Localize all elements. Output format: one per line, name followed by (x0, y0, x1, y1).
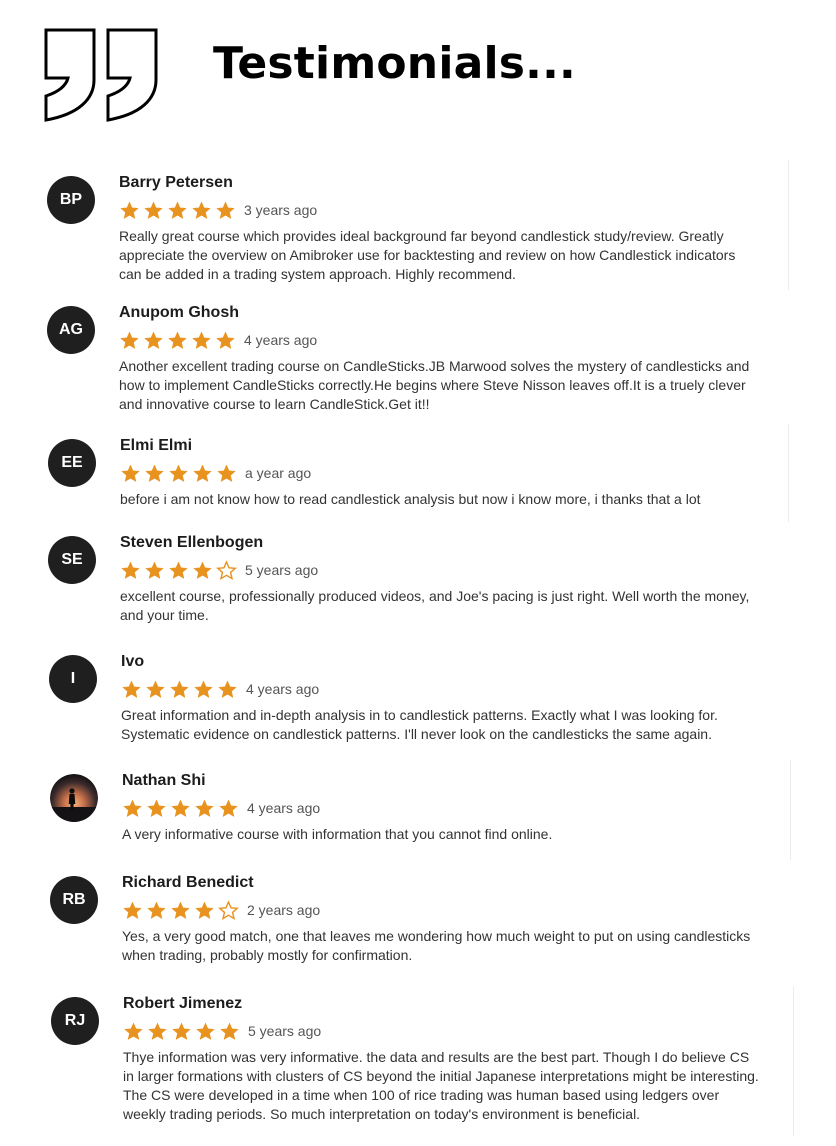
star-filled-icon (194, 679, 213, 698)
star-rating (119, 200, 236, 221)
star-filled-icon (144, 200, 163, 219)
avatar: AG (47, 306, 95, 354)
star-filled-icon (123, 798, 142, 817)
star-filled-icon (145, 560, 164, 579)
star-filled-icon (169, 560, 188, 579)
star-filled-icon (168, 330, 187, 349)
star-filled-icon (147, 900, 166, 919)
reviewer-name[interactable]: Steven Ellenbogen (120, 534, 263, 552)
star-filled-icon (169, 463, 188, 482)
avatar: RB (50, 876, 98, 924)
reviewer-name[interactable]: Elmi Elmi (120, 437, 192, 455)
rating-row: 2 years ago (122, 899, 320, 921)
review-time: 5 years ago (245, 562, 319, 578)
rating-row: a year ago (120, 462, 311, 484)
photo-silhouette-sunset-icon (50, 774, 98, 822)
review-text: excellent course, professionally produce… (120, 588, 750, 623)
review-time: 5 years ago (248, 1023, 322, 1039)
star-filled-icon (218, 679, 237, 698)
star-filled-icon (122, 679, 141, 698)
star-filled-icon (216, 200, 235, 219)
star-filled-icon (172, 1021, 191, 1040)
star-filled-icon (121, 560, 140, 579)
star-filled-icon (195, 900, 214, 919)
review-time: 4 years ago (246, 681, 320, 697)
avatar (50, 774, 98, 822)
reviewer-name[interactable]: Robert Jimenez (123, 995, 242, 1013)
star-filled-icon (121, 463, 140, 482)
avatar: SE (48, 536, 96, 584)
star-rating (120, 463, 237, 484)
star-rating (123, 1021, 240, 1042)
divider (788, 424, 789, 522)
review-time: 4 years ago (247, 800, 321, 816)
star-filled-icon (220, 1021, 239, 1040)
star-filled-icon (144, 330, 163, 349)
star-filled-icon (146, 679, 165, 698)
star-filled-icon (123, 900, 142, 919)
star-filled-icon (170, 679, 189, 698)
review-list: BP Barry Petersen 3 years ago Really gre… (0, 0, 836, 1146)
star-filled-icon (195, 798, 214, 817)
rating-row: 3 years ago (119, 199, 317, 221)
star-empty-icon (218, 899, 239, 920)
divider (793, 986, 794, 1136)
star-filled-icon (120, 330, 139, 349)
star-filled-icon (120, 200, 139, 219)
star-rating (120, 559, 237, 581)
star-filled-icon (196, 1021, 215, 1040)
star-filled-icon (147, 798, 166, 817)
review-text: A very informative course with informati… (122, 826, 553, 842)
star-filled-icon (171, 900, 190, 919)
star-filled-icon (192, 330, 211, 349)
star-filled-icon (192, 200, 211, 219)
review-time: 2 years ago (247, 902, 321, 918)
star-filled-icon (171, 798, 190, 817)
review-text: Thye information was very informative. t… (123, 1049, 759, 1122)
reviewer-name[interactable]: Richard Benedict (122, 874, 254, 892)
star-filled-icon (193, 463, 212, 482)
star-filled-icon (124, 1021, 143, 1040)
review-text: Another excellent trading course on Cand… (119, 358, 750, 412)
reviewer-name[interactable]: Anupom Ghosh (119, 304, 239, 322)
rating-row: 5 years ago (120, 559, 318, 581)
star-empty-icon (216, 559, 237, 580)
divider (790, 760, 791, 860)
reviewer-name[interactable]: Barry Petersen (119, 174, 233, 192)
review-text: Really great course which provides ideal… (119, 228, 736, 282)
reviewer-name[interactable]: Nathan Shi (122, 772, 206, 790)
avatar: BP (47, 176, 95, 224)
review-text: before i am not know how to read candles… (120, 491, 701, 507)
divider (788, 160, 789, 290)
star-rating (122, 899, 239, 921)
star-filled-icon (217, 463, 236, 482)
rating-row: 5 years ago (123, 1020, 321, 1042)
review-text: Great information and in-depth analysis … (121, 707, 718, 742)
rating-row: 4 years ago (122, 797, 320, 819)
review-time: 3 years ago (244, 202, 318, 218)
star-rating (121, 679, 238, 700)
star-rating (119, 330, 236, 351)
avatar: RJ (51, 997, 99, 1045)
star-filled-icon (216, 330, 235, 349)
reviewer-name[interactable]: Ivo (121, 653, 144, 671)
star-rating (122, 798, 239, 819)
star-filled-icon (168, 200, 187, 219)
rating-row: 4 years ago (119, 329, 317, 351)
review-time: a year ago (245, 465, 312, 481)
star-filled-icon (219, 798, 238, 817)
review-time: 4 years ago (244, 332, 318, 348)
star-filled-icon (145, 463, 164, 482)
star-filled-icon (193, 560, 212, 579)
avatar: EE (48, 439, 96, 487)
avatar: I (49, 655, 97, 703)
star-filled-icon (148, 1021, 167, 1040)
rating-row: 4 years ago (121, 678, 319, 700)
review-text: Yes, a very good match, one that leaves … (122, 928, 751, 963)
